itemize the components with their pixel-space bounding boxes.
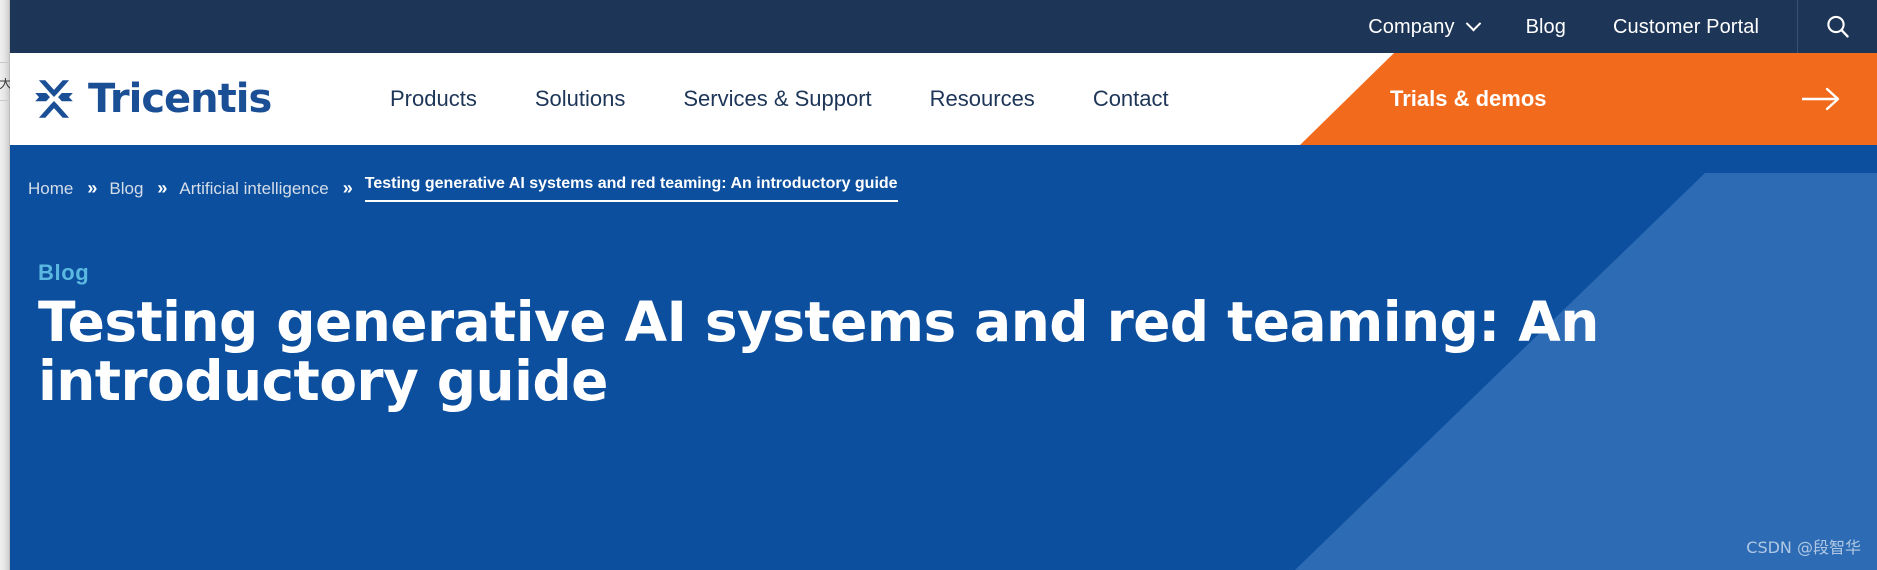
utility-bar: Company Blog Customer Portal <box>10 0 1877 53</box>
tricentis-x-logo-icon <box>35 80 73 118</box>
logo-home-link[interactable]: Tricentis <box>32 76 272 122</box>
breadcrumb-item-blog[interactable]: Blog <box>109 179 143 199</box>
nav-item-contact[interactable]: Contact <box>1093 88 1169 110</box>
logo-text: Tricentis <box>88 76 272 122</box>
nav-item-solutions[interactable]: Solutions <box>535 88 626 110</box>
trials-demos-cta-label: Trials & demos <box>1390 85 1547 111</box>
nav-item-resources[interactable]: Resources <box>930 88 1035 110</box>
utility-item-company[interactable]: Company <box>1368 15 1481 38</box>
watermark: CSDN @段智华 <box>1746 538 1861 557</box>
hero-eyebrow-category: Blog <box>38 260 90 285</box>
breadcrumb-separator-icon: » <box>342 178 353 198</box>
chevron-down-icon <box>1465 15 1481 32</box>
utility-item-company-label: Company <box>1368 15 1455 38</box>
trials-demos-cta-button[interactable]: Trials & demos <box>1300 53 1877 145</box>
hero-title: Testing generative AI systems and red te… <box>38 290 1599 413</box>
breadcrumb-item-artificial-intelligence[interactable]: Artificial intelligence <box>179 179 328 199</box>
chrome-divider-top <box>0 62 10 63</box>
nav-item-services-support[interactable]: Services & Support <box>683 88 871 110</box>
browser-chrome-sliver: 大 <box>0 0 10 570</box>
utility-item-blog-label: Blog <box>1525 15 1566 38</box>
breadcrumb: Home » Blog » Artificial intelligence » … <box>28 175 898 202</box>
arrow-right-icon <box>1802 87 1840 111</box>
utility-item-blog[interactable]: Blog <box>1526 17 1566 37</box>
utility-item-customer-portal-label: Customer Portal <box>1613 15 1759 38</box>
breadcrumb-item-home[interactable]: Home <box>28 179 73 199</box>
breadcrumb-item-current: Testing generative AI systems and red te… <box>364 175 898 202</box>
main-nav: Products Solutions Services & Support Re… <box>390 53 1227 145</box>
utility-item-customer-portal[interactable]: Customer Portal <box>1613 17 1759 37</box>
nav-item-products[interactable]: Products <box>390 88 477 110</box>
search-button[interactable] <box>1798 0 1877 53</box>
chrome-divider-bottom <box>0 100 10 101</box>
hero-banner: Home » Blog » Artificial intelligence » … <box>10 145 1877 570</box>
breadcrumb-separator-icon: » <box>157 178 167 198</box>
breadcrumb-separator-icon: » <box>87 178 97 198</box>
search-icon <box>1826 15 1849 38</box>
page-root: 大 Company Blog Customer Portal Tricentis… <box>0 0 1877 570</box>
chrome-partial-glyph: 大 <box>0 78 10 91</box>
